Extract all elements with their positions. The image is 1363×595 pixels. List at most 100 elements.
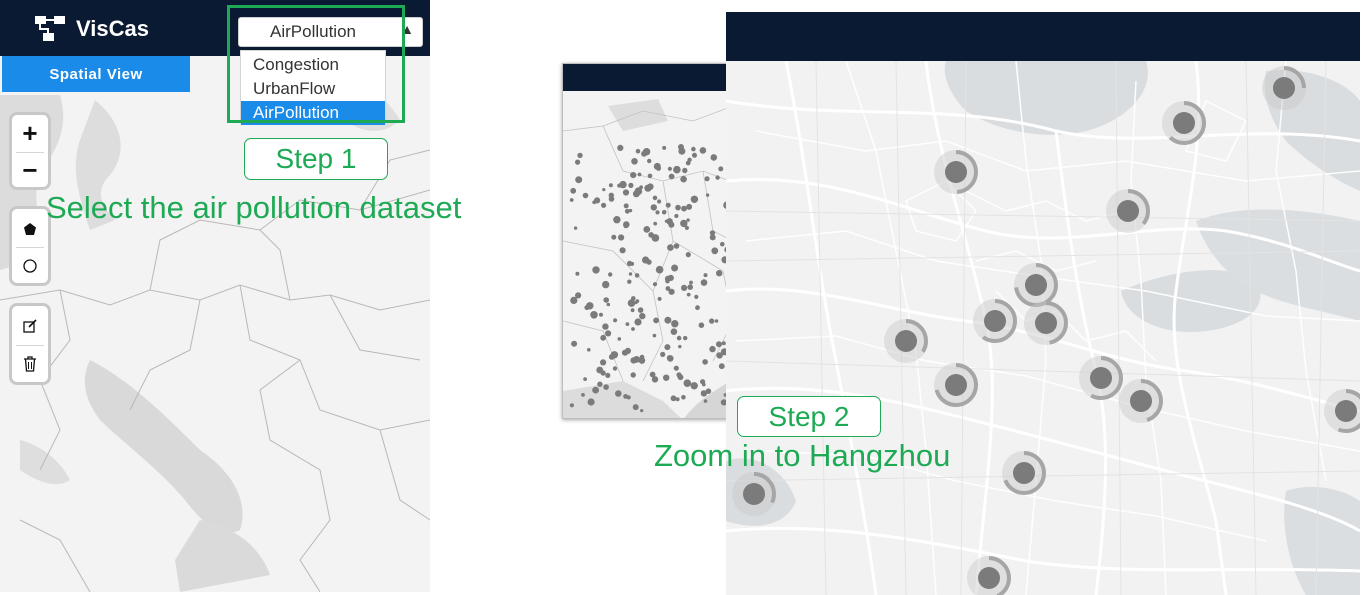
pollution-point	[587, 348, 591, 352]
station-marker[interactable]	[1002, 451, 1046, 495]
pollution-point	[700, 279, 708, 286]
pollution-point	[680, 219, 688, 228]
pollution-point	[657, 296, 662, 301]
pollution-point	[667, 244, 674, 251]
pollution-point	[703, 273, 708, 278]
pollution-point	[571, 340, 578, 347]
pollution-point	[653, 317, 659, 324]
pollution-point	[640, 409, 644, 413]
pollution-point	[650, 204, 657, 211]
pollution-point	[689, 280, 693, 285]
station-marker[interactable]	[934, 363, 978, 407]
pollution-point	[678, 147, 686, 155]
zoom-out-button[interactable]: −	[12, 153, 48, 187]
pollution-point	[602, 323, 609, 330]
pollution-point	[681, 205, 687, 212]
station-marker[interactable]	[1024, 301, 1068, 345]
station-marker[interactable]	[934, 150, 978, 194]
pollution-point	[662, 145, 667, 150]
pollution-point	[637, 172, 642, 177]
pollution-point	[639, 185, 643, 190]
pollution-point	[686, 292, 691, 297]
pollution-point	[599, 312, 603, 317]
pollution-point	[569, 198, 574, 202]
station-marker[interactable]	[973, 299, 1017, 343]
station-marker[interactable]	[1014, 263, 1058, 307]
pollution-point	[630, 172, 637, 179]
pollution-point	[612, 366, 618, 371]
edit-layers-button[interactable]	[12, 308, 48, 344]
pollution-point	[718, 363, 725, 370]
pollution-point	[632, 404, 639, 411]
pollution-point	[709, 345, 716, 353]
pollution-point	[630, 308, 635, 313]
step1-caption: Select the air pollution dataset	[46, 190, 462, 225]
pollution-point	[584, 305, 590, 311]
pollution-point	[569, 403, 574, 408]
circle-icon	[23, 259, 37, 273]
pollution-point	[619, 247, 626, 254]
pollution-point	[575, 271, 580, 276]
hierarchy-logo-icon	[35, 16, 65, 41]
pollution-point	[670, 328, 678, 335]
pollution-point	[687, 284, 693, 290]
delete-layers-button[interactable]	[12, 346, 48, 382]
pollution-point	[570, 296, 578, 304]
pollution-point	[690, 382, 698, 390]
pollution-point	[716, 270, 723, 277]
pollution-point	[628, 182, 634, 188]
pollution-point	[624, 208, 630, 214]
pollution-point	[617, 144, 624, 151]
station-marker[interactable]	[1079, 356, 1123, 400]
zoom-control: + −	[9, 112, 51, 190]
pollution-point	[690, 195, 699, 203]
polygon-icon	[24, 223, 36, 235]
pollution-point	[605, 372, 611, 378]
station-marker[interactable]	[1262, 66, 1306, 110]
pollution-point	[716, 341, 722, 348]
pollution-point	[570, 187, 577, 194]
pollution-point	[615, 390, 622, 397]
pollution-point	[710, 154, 718, 161]
hangzhou-zoom-view[interactable]	[726, 12, 1360, 595]
pollution-point	[603, 297, 609, 303]
pollution-point	[660, 351, 666, 357]
pollution-point	[651, 234, 660, 242]
pollution-point	[694, 294, 699, 299]
hangzhou-map[interactable]	[726, 61, 1360, 595]
pollution-point	[623, 394, 628, 399]
pollution-point	[605, 330, 612, 337]
station-marker[interactable]	[1119, 379, 1163, 423]
pollution-point	[703, 399, 708, 403]
pollution-point	[594, 197, 601, 204]
pollution-point	[575, 159, 581, 165]
pollution-point	[631, 327, 635, 331]
pollution-point	[577, 152, 583, 159]
pollution-point	[665, 286, 671, 291]
pollution-point	[632, 190, 640, 198]
station-marker[interactable]	[732, 472, 776, 516]
pollution-point	[681, 395, 686, 400]
draw-circle-button[interactable]	[12, 248, 48, 284]
pollution-point	[663, 374, 670, 381]
pollution-point	[671, 264, 679, 272]
zoom-in-button[interactable]: +	[12, 115, 48, 151]
pollution-point	[700, 390, 708, 397]
pollution-point	[637, 307, 644, 313]
pollution-point	[603, 384, 609, 390]
pollution-point	[601, 202, 607, 208]
station-marker[interactable]	[1106, 189, 1150, 233]
draw-polygon-button[interactable]	[12, 211, 48, 247]
pollution-point	[644, 184, 652, 192]
pollution-point	[686, 218, 690, 222]
pollution-point	[592, 386, 599, 394]
pollution-point	[602, 280, 610, 289]
station-marker[interactable]	[884, 319, 928, 363]
tab-spatial-view[interactable]: Spatial View	[2, 56, 190, 92]
pollution-point	[622, 189, 630, 196]
pollution-point	[655, 265, 664, 274]
station-marker[interactable]	[1162, 101, 1206, 145]
pollution-point	[655, 210, 660, 215]
pollution-point	[720, 241, 725, 247]
pollution-point	[673, 165, 681, 174]
